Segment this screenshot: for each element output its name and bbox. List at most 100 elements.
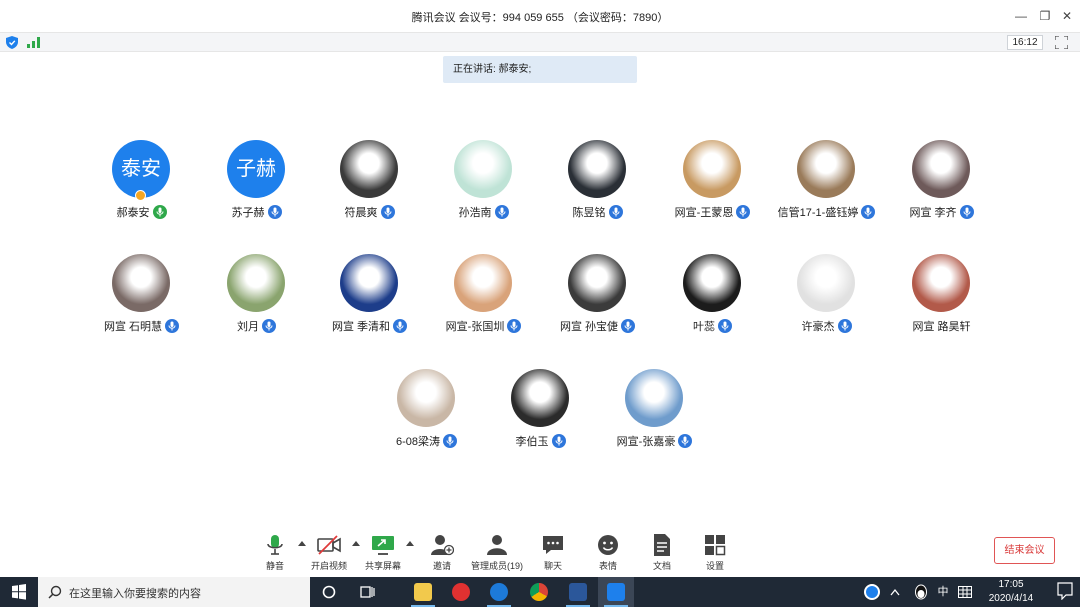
participant-name-row: 网宣 李齐 (884, 204, 999, 220)
mic-status-icon (837, 319, 852, 333)
tray-overflow-chevron[interactable] (886, 577, 904, 607)
participant-name: 孙浩南 (458, 207, 492, 219)
search-icon (48, 585, 62, 599)
taskbar-search[interactable]: 在这里输入你要搜索的内容 (38, 577, 310, 607)
participant-tile[interactable]: 许豪杰 (769, 254, 884, 354)
chat-icon (543, 536, 563, 554)
mic-status-icon (861, 205, 876, 219)
restore-button[interactable]: ❐ (1035, 6, 1055, 26)
participant-tile[interactable]: 网宣 孙宝倢 (540, 254, 655, 354)
participant-name-row: 苏子赫 (199, 204, 314, 220)
cortana-icon (322, 585, 336, 599)
participant-name-row: 网宣 季清和 (312, 318, 427, 334)
taskbar-clock[interactable]: 17:05 2020/4/14 (976, 578, 1046, 606)
share-screen-icon (372, 536, 394, 555)
penguin-icon (915, 584, 927, 600)
video-off-icon (317, 535, 341, 555)
participant-name-row: 网宣-张国圳 (426, 318, 541, 334)
participant-name: 许豪杰 (801, 321, 835, 333)
taskbar-netease-music[interactable] (443, 577, 479, 607)
settings-button[interactable]: 设置 (690, 528, 740, 576)
mic-status-icon (393, 319, 408, 333)
share-options-caret[interactable] (406, 541, 414, 546)
tray-keyboard-icon[interactable] (956, 577, 974, 607)
add-user-icon (431, 535, 454, 556)
word-icon (569, 583, 587, 601)
end-meeting-button[interactable]: 结束会议 (994, 537, 1055, 564)
participant-tile[interactable]: 6-08梁涛 (369, 369, 484, 469)
participant-tile[interactable]: 符晨爽 (312, 140, 427, 240)
taskbar-file-explorer[interactable] (405, 577, 441, 607)
participant-name: 网宣-王蒙恩 (674, 207, 734, 219)
participant-tile[interactable]: 网宣-王蒙恩 (655, 140, 770, 240)
participant-name-row: 孙浩南 (426, 204, 541, 220)
participant-name: 网宣-张国圳 (445, 321, 505, 333)
participant-name-row: 陈昱铭 (540, 204, 655, 220)
participant-avatar (227, 254, 285, 312)
emoji-button[interactable]: 表情 (583, 528, 633, 576)
mic-status-icon (267, 205, 282, 219)
invite-button[interactable]: 邀请 (417, 528, 467, 576)
participant-tile[interactable]: 信管17-1-盛钰婷 (769, 140, 884, 240)
participant-name: 苏子赫 (231, 207, 265, 219)
participant-tile[interactable]: 叶蕊 (655, 254, 770, 354)
participant-name: 网宣 季清和 (331, 321, 391, 333)
mic-status-icon (718, 319, 732, 333)
cortana-button[interactable] (311, 577, 347, 607)
windows-start-icon[interactable] (0, 577, 38, 607)
taskbar-edge[interactable] (481, 577, 517, 607)
participant-name-row: 网宣 石明慧 (84, 318, 199, 334)
fullscreen-icon[interactable] (1055, 36, 1068, 49)
tray-qq-icon[interactable] (910, 577, 932, 607)
meeting-toolbar: 静音 开启视频 共享屏幕 邀请 管理成员(19) 聊天 表情 文档 设置 (0, 528, 1080, 576)
host-badge (135, 190, 146, 201)
folder-icon (414, 583, 432, 601)
chat-button[interactable]: 聊天 (528, 528, 578, 576)
participant-tile[interactable]: 刘月 (199, 254, 314, 354)
taskbar-tencent-meeting[interactable] (598, 577, 634, 607)
help-icon (864, 584, 880, 600)
participant-avatar (625, 369, 683, 427)
participant-tile[interactable]: 泰安 郝泰安 (84, 140, 199, 240)
clock-time: 17:05 (998, 579, 1024, 590)
participant-tile[interactable]: 陈昱铭 (540, 140, 655, 240)
participant-tile[interactable]: 网宣-张嘉豪 (597, 369, 712, 469)
notification-center-icon[interactable] (1057, 582, 1073, 600)
participant-name: 郝泰安 (116, 207, 150, 219)
participant-tile[interactable]: 网宣 季清和 (312, 254, 427, 354)
participant-name-row: 李伯玉 (483, 433, 598, 449)
participant-tile[interactable]: 网宣 李齐 (884, 140, 999, 240)
task-view-button[interactable] (349, 577, 385, 607)
shield-icon[interactable] (6, 36, 18, 49)
participant-name: 网宣 孙宝倢 (559, 321, 619, 333)
participant-tile[interactable]: 网宣-张国圳 (426, 254, 541, 354)
taskbar-word[interactable] (560, 577, 596, 607)
taskbar-chrome[interactable] (521, 577, 557, 607)
manage-members-button[interactable]: 管理成员(19) (471, 528, 523, 576)
close-button[interactable]: ✕ (1057, 6, 1077, 26)
mute-button[interactable]: 静音 (250, 528, 300, 576)
smiley-icon (598, 535, 618, 555)
video-button[interactable]: 开启视频 (304, 528, 354, 576)
participant-avatar (454, 254, 512, 312)
participant-avatar (568, 254, 626, 312)
share-screen-button[interactable]: 共享屏幕 (358, 528, 408, 576)
participant-avatar (397, 369, 455, 427)
participant-tile[interactable]: 网宣 石明慧 (84, 254, 199, 354)
participant-avatar (912, 140, 970, 198)
tray-help-icon[interactable] (860, 577, 884, 607)
participant-tile[interactable]: 子赫 苏子赫 (199, 140, 314, 240)
participant-tile[interactable]: 网宣 路昊轩 (884, 254, 999, 354)
mic-status-icon (551, 434, 566, 448)
participant-name: 网宣-张嘉豪 (616, 436, 676, 448)
status-bar: 16:12 (0, 32, 1080, 52)
participant-name: 李伯玉 (515, 436, 549, 448)
participant-name-row: 信管17-1-盛钰婷 (769, 204, 884, 220)
participant-tile[interactable]: 李伯玉 (483, 369, 598, 469)
document-icon (654, 534, 670, 556)
mic-status-icon (621, 319, 636, 333)
participant-tile[interactable]: 孙浩南 (426, 140, 541, 240)
minimize-button[interactable]: — (1011, 6, 1031, 26)
ime-indicator[interactable]: 中 (934, 577, 952, 607)
signal-icon[interactable] (27, 37, 40, 48)
